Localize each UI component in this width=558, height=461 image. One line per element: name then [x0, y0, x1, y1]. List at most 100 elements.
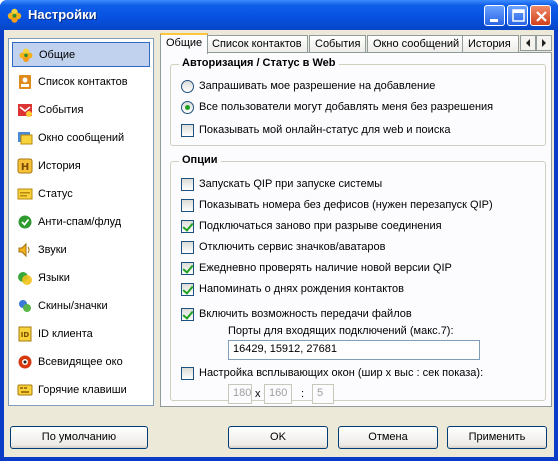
sidebar-item-general[interactable]: Общие — [12, 42, 150, 67]
maximize-icon — [512, 9, 525, 22]
sidebar-item-label: ID клиента — [38, 328, 93, 340]
tabs-scroll-right-button[interactable] — [536, 35, 552, 51]
sidebar-item-status[interactable]: Статус — [12, 182, 150, 207]
svg-text:H: H — [21, 162, 29, 173]
sidebar-item-skins[interactable]: Скины/значки — [12, 294, 150, 319]
sidebar-item-history[interactable]: H История — [12, 154, 150, 179]
sidebar-item-client-id[interactable]: ID ID клиента — [12, 322, 150, 347]
arrow-left-icon — [526, 39, 530, 47]
speaker-icon — [18, 242, 30, 258]
ok-button[interactable]: OK — [228, 426, 328, 449]
title-bar[interactable]: Настройки — [0, 0, 558, 30]
tabs-scroll-left-button[interactable] — [520, 35, 536, 51]
checkbox[interactable] — [181, 262, 194, 275]
radio-label: Запрашивать мое разрешение на добавление — [199, 80, 436, 92]
sidebar-item-label: Статус — [38, 188, 73, 200]
maximize-button[interactable] — [507, 5, 528, 26]
popup-x-separator: x — [255, 388, 261, 400]
checkbox-label: Запускать QIP при запуске системы — [199, 178, 383, 190]
sidebar-item-antispam[interactable]: Анти-спам/флуд — [12, 210, 150, 235]
radio-button[interactable] — [181, 101, 194, 114]
radio-label: Все пользователи могут добавлять меня бе… — [199, 101, 494, 113]
checkbox[interactable] — [181, 220, 194, 233]
sidebar-item-label: События — [38, 104, 84, 116]
general-settings-panel: Авторизация / Статус в Web Запрашивать м… — [160, 52, 552, 407]
radio-button[interactable] — [181, 80, 194, 93]
checkbox-label: Ежедневно проверять наличие новой версии… — [199, 262, 452, 274]
sidebar-item-label: История — [38, 160, 81, 172]
sidebar-item-label: Анти-спам/флуд — [38, 216, 122, 228]
ports-label: Порты для входящих подключений (макс.7): — [228, 325, 454, 337]
sidebar-item-label: Языки — [38, 272, 70, 284]
ports-input[interactable]: 16429, 15912, 27681 — [228, 340, 480, 360]
sidebar-item-events[interactable]: События — [12, 98, 150, 123]
popup-seconds-input[interactable]: 5 — [312, 384, 334, 404]
checkbox-label: Напоминать о днях рождения контактов — [199, 283, 405, 295]
svg-text:ID: ID — [21, 331, 30, 339]
auth-group: Авторизация / Статус в Web Запрашивать м… — [170, 57, 546, 146]
events-icon — [18, 104, 32, 117]
checkbox-label: Настройка всплывающих окон (шир x выс : … — [199, 367, 484, 379]
contacts-list-icon — [19, 75, 31, 89]
sidebar-item-hotkeys[interactable]: Горячие клавиши — [12, 378, 150, 403]
options-group: Опции Запускать QIP при запуске системы … — [170, 154, 546, 404]
cancel-button[interactable]: Отмена — [338, 426, 438, 449]
hotkeys-icon — [17, 384, 33, 396]
minimize-icon — [490, 19, 498, 22]
sidebar-item-sounds[interactable]: Звуки — [12, 238, 150, 263]
checkbox[interactable] — [181, 178, 194, 191]
qip-flower-icon — [7, 8, 22, 23]
sidebar-item-label: Горячие клавиши — [38, 384, 127, 396]
minimize-button[interactable] — [484, 5, 505, 26]
checkbox-label: Показывать мой онлайн-статус для web и п… — [199, 124, 451, 136]
sidebar-item-label: Список контактов — [38, 76, 128, 88]
message-window-icon — [18, 132, 33, 145]
tab-events[interactable]: События — [309, 35, 367, 53]
settings-category-list[interactable]: Общие Список контактов События Окно сооб… — [8, 38, 154, 406]
settings-window: Настройки Общие Список контактов События — [0, 0, 558, 461]
checkbox[interactable] — [181, 124, 194, 137]
group-title: Авторизация / Статус в Web — [179, 57, 339, 69]
checkbox-label: Подключаться заново при разрыве соединен… — [199, 220, 442, 232]
checkbox[interactable] — [181, 199, 194, 212]
apply-button[interactable]: Применить — [447, 426, 547, 449]
sidebar-item-label: Звуки — [38, 244, 67, 256]
status-icon — [17, 188, 33, 200]
sidebar-item-label: Скины/значки — [38, 300, 108, 312]
window-title: Настройки — [28, 7, 97, 22]
qip-flower-icon — [19, 48, 33, 62]
arrow-right-icon — [542, 39, 546, 47]
close-button[interactable] — [530, 5, 551, 26]
all-seeing-eye-icon — [18, 355, 32, 369]
checkbox-label: Включить возможность передачи файлов — [199, 308, 412, 320]
checkbox-label: Отключить сервис значков/аватаров — [199, 241, 386, 253]
sidebar-item-all-seeing-eye[interactable]: Всевидящее око — [12, 350, 150, 375]
sidebar-item-languages[interactable]: Языки — [12, 266, 150, 291]
popup-height-input[interactable]: 160 — [264, 384, 292, 404]
sidebar-item-message-window[interactable]: Окно сообщений — [12, 126, 150, 151]
checkbox[interactable] — [181, 241, 194, 254]
sidebar-item-contact-list[interactable]: Список контактов — [12, 70, 150, 95]
window-client-area: Общие Список контактов События Окно сооб… — [4, 30, 554, 457]
defaults-button[interactable]: По умолчанию — [10, 426, 148, 449]
sidebar-item-label: Всевидящее око — [38, 356, 123, 368]
tab-message-window[interactable]: Окно сообщений — [367, 35, 466, 53]
languages-icon — [18, 272, 32, 285]
tab-general[interactable]: Общие — [160, 33, 209, 54]
sidebar-item-label: Общие — [39, 49, 76, 61]
antispam-icon — [18, 215, 32, 229]
group-title: Опции — [179, 154, 221, 166]
tab-contact-list[interactable]: Список контактов — [206, 35, 308, 53]
skins-icon — [19, 300, 31, 312]
tab-history[interactable]: История — [462, 35, 519, 53]
checkbox[interactable] — [181, 308, 194, 321]
checkbox[interactable] — [181, 367, 194, 380]
client-id-icon: ID — [18, 326, 32, 342]
checkbox-label: Показывать номера без дефисов (нужен пер… — [199, 199, 493, 211]
popup-width-input[interactable]: 180 — [228, 384, 252, 404]
sidebar-item-label: Окно сообщений — [38, 132, 125, 144]
popup-colon-separator: : — [301, 388, 305, 400]
close-icon — [536, 11, 547, 22]
history-icon: H — [17, 158, 33, 174]
checkbox[interactable] — [181, 283, 194, 296]
